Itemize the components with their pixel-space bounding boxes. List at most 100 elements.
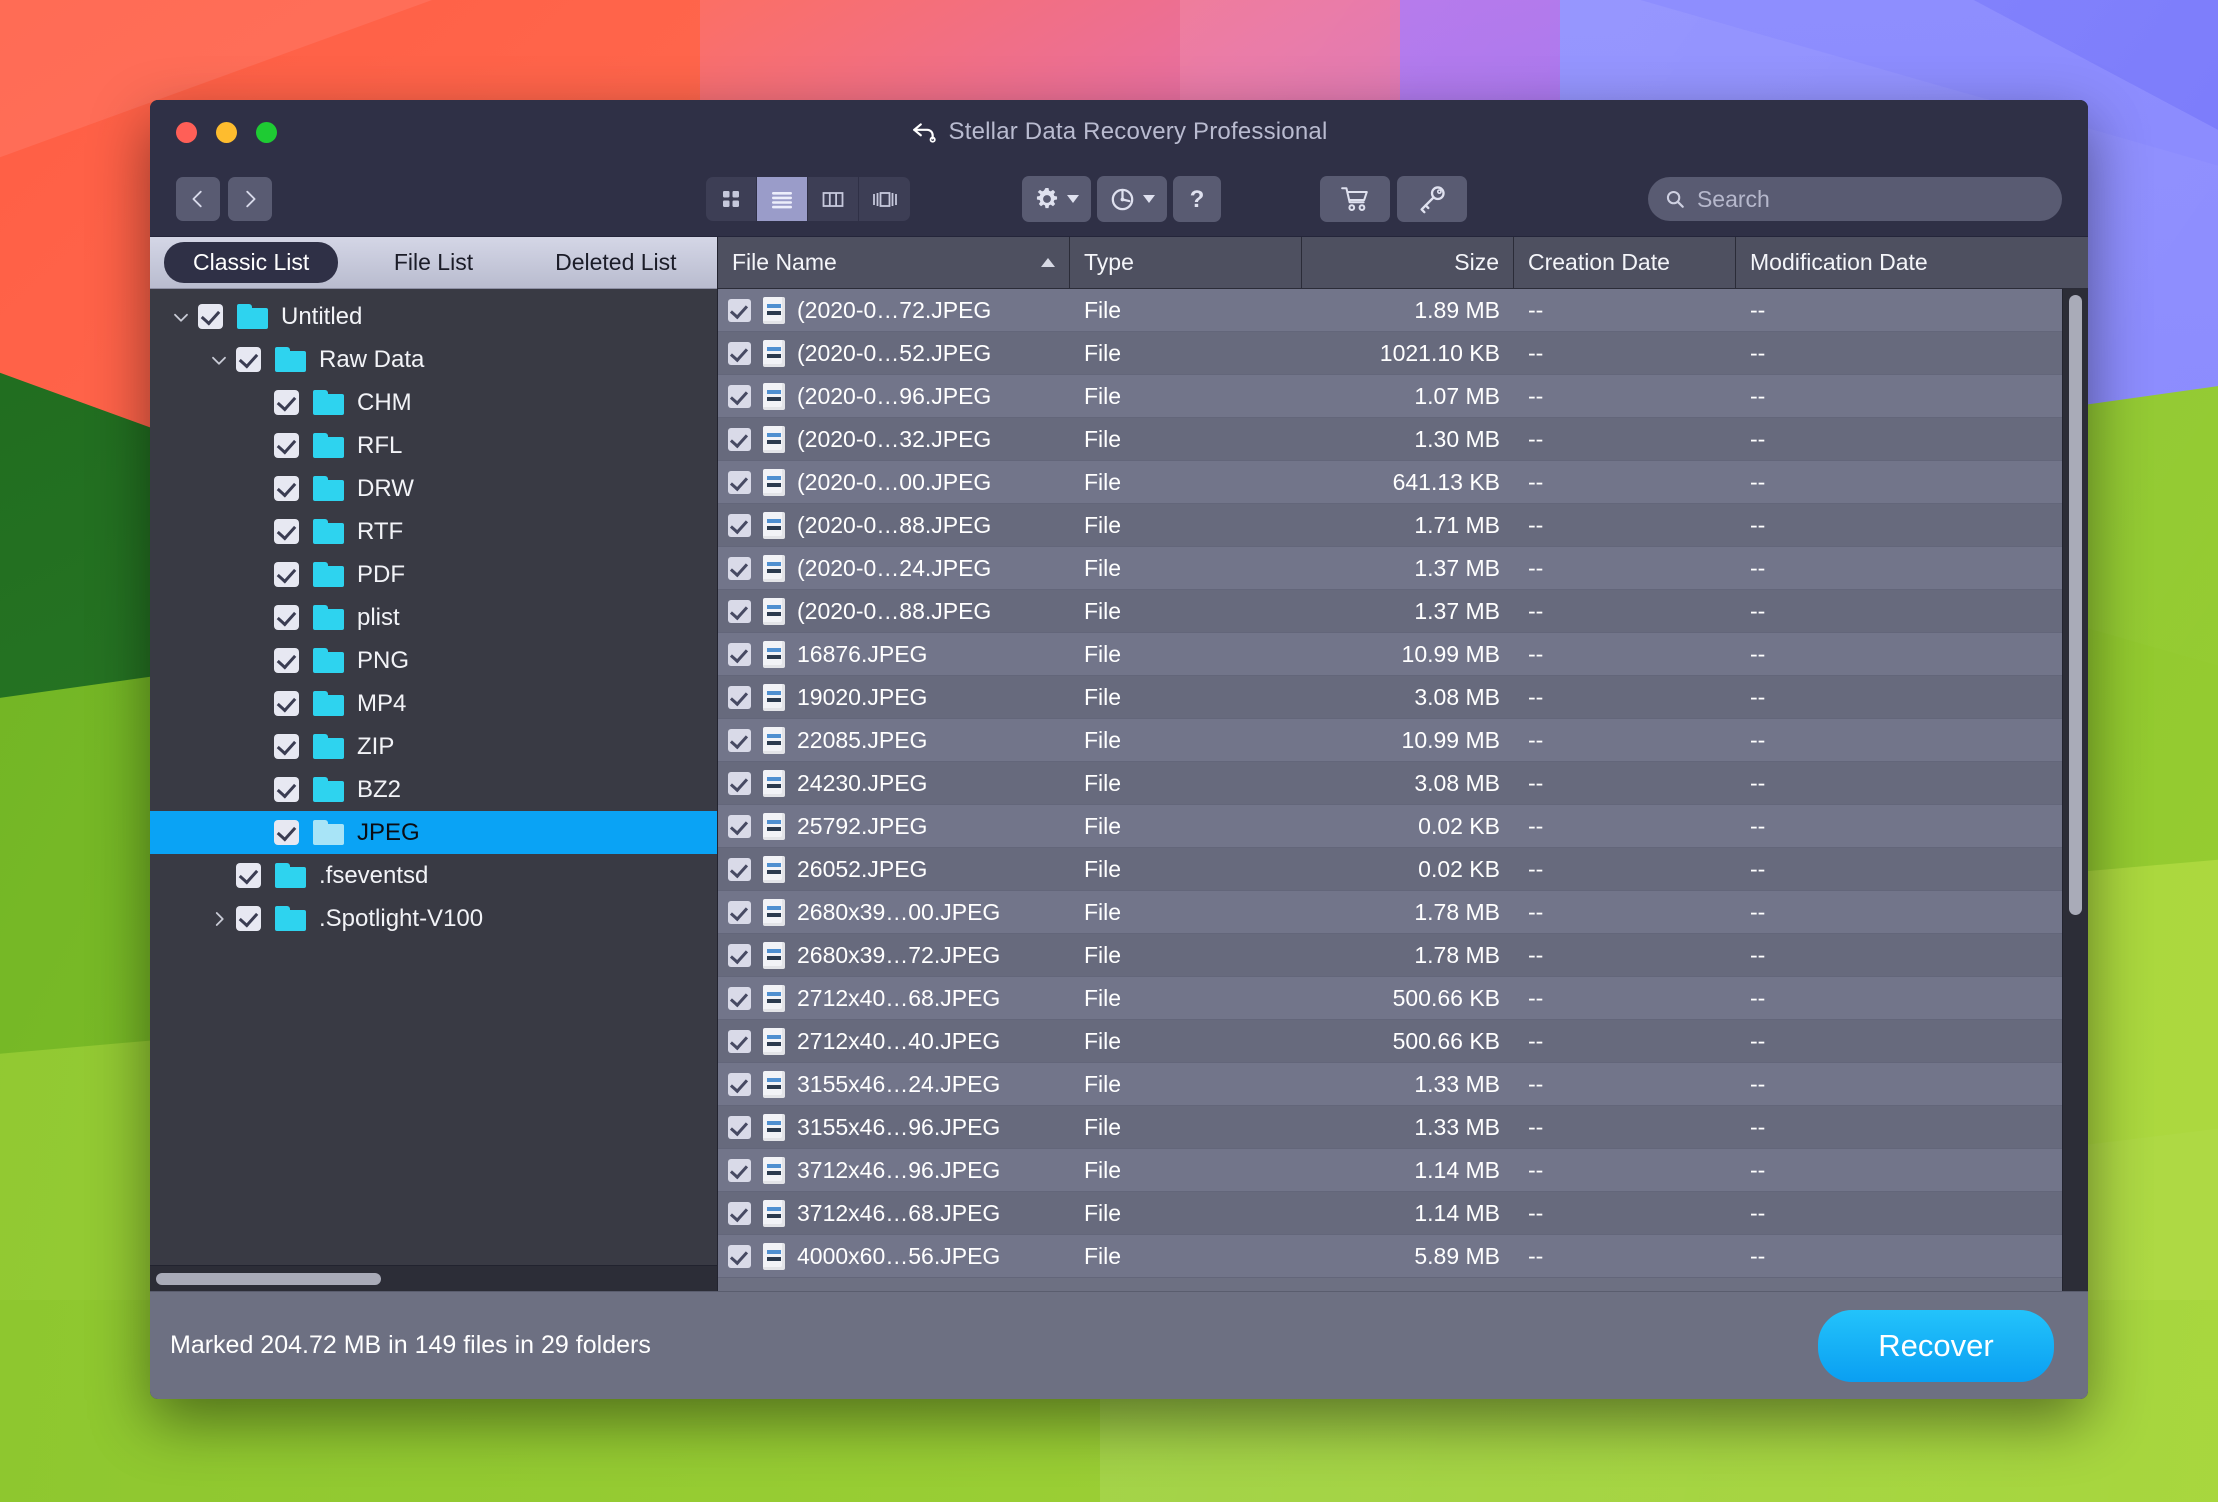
- sidebar-horizontal-scrollbar[interactable]: [150, 1265, 717, 1291]
- file-row-checkbox[interactable]: [728, 1244, 751, 1268]
- file-table-row[interactable]: 3712x46…96.JPEG File 1.14 MB -- --: [718, 1149, 2062, 1192]
- tree-item-checkbox[interactable]: [274, 820, 299, 845]
- file-table-row[interactable]: 3712x46…68.JPEG File 1.14 MB -- --: [718, 1192, 2062, 1235]
- tree-item-jpeg[interactable]: JPEG: [150, 811, 717, 854]
- file-row-checkbox[interactable]: [728, 1029, 751, 1053]
- tree-item-checkbox[interactable]: [274, 390, 299, 415]
- search-field[interactable]: [1648, 177, 2062, 221]
- file-row-checkbox[interactable]: [728, 986, 751, 1010]
- recover-button[interactable]: Recover: [1818, 1309, 2054, 1382]
- file-row-checkbox[interactable]: [728, 1158, 751, 1182]
- file-table-row[interactable]: 22085.JPEG File 10.99 MB -- --: [718, 719, 2062, 762]
- file-row-checkbox[interactable]: [728, 943, 751, 967]
- tree-item-mp4[interactable]: MP4: [150, 682, 717, 725]
- tree-item-raw data[interactable]: Raw Data: [150, 338, 717, 381]
- column-header-size[interactable]: Size: [1302, 237, 1514, 288]
- tree-item-plist[interactable]: plist: [150, 596, 717, 639]
- tree-item-drw[interactable]: DRW: [150, 467, 717, 510]
- tree-item-rtf[interactable]: RTF: [150, 510, 717, 553]
- tree-item-checkbox[interactable]: [274, 519, 299, 544]
- disclosure-down-icon[interactable]: [164, 308, 198, 326]
- file-table-row[interactable]: 2712x40…68.JPEG File 500.66 KB -- --: [718, 977, 2062, 1020]
- file-table-row[interactable]: (2020-0…72.JPEG File 1.89 MB -- --: [718, 289, 2062, 332]
- sidebar-tab-classic-list[interactable]: Classic List: [164, 242, 339, 283]
- window-titlebar[interactable]: Stellar Data Recovery Professional: [150, 100, 2088, 162]
- file-row-checkbox[interactable]: [728, 427, 751, 451]
- file-table-row[interactable]: (2020-0…52.JPEG File 1021.10 KB -- --: [718, 332, 2062, 375]
- tree-item-checkbox[interactable]: [236, 906, 261, 931]
- tree-item-checkbox[interactable]: [236, 863, 261, 888]
- file-table-row[interactable]: (2020-0…32.JPEG File 1.30 MB -- --: [718, 418, 2062, 461]
- file-list-scrollbar-thumb[interactable]: [2069, 295, 2082, 915]
- file-row-checkbox[interactable]: [728, 298, 751, 322]
- tree-item-bz2[interactable]: BZ2: [150, 768, 717, 811]
- file-row-checkbox[interactable]: [728, 556, 751, 580]
- file-row-checkbox[interactable]: [728, 685, 751, 709]
- tree-item-pdf[interactable]: PDF: [150, 553, 717, 596]
- file-table-row[interactable]: (2020-0…88.JPEG File 1.71 MB -- --: [718, 504, 2062, 547]
- tree-item-checkbox[interactable]: [274, 691, 299, 716]
- file-row-checkbox[interactable]: [728, 470, 751, 494]
- file-table-row[interactable]: 3155x46…96.JPEG File 1.33 MB -- --: [718, 1106, 2062, 1149]
- help-button[interactable]: ?: [1173, 176, 1221, 222]
- cart-button[interactable]: [1320, 176, 1390, 222]
- file-table-row[interactable]: (2020-0…88.JPEG File 1.37 MB -- --: [718, 590, 2062, 633]
- view-mode-column-button[interactable]: [808, 177, 859, 221]
- file-table-row[interactable]: (2020-0…96.JPEG File 1.07 MB -- --: [718, 375, 2062, 418]
- tree-item-untitled[interactable]: Untitled: [150, 295, 717, 338]
- disclosure-down-icon[interactable]: [202, 351, 236, 369]
- tree-item-rfl[interactable]: RFL: [150, 424, 717, 467]
- column-header-file-name[interactable]: File Name: [718, 237, 1070, 288]
- file-table-row[interactable]: 24230.JPEG File 3.08 MB -- --: [718, 762, 2062, 805]
- tree-item-checkbox[interactable]: [274, 734, 299, 759]
- view-mode-grid-button[interactable]: [706, 177, 757, 221]
- file-table-row[interactable]: 2712x40…40.JPEG File 500.66 KB -- --: [718, 1020, 2062, 1063]
- nav-back-button[interactable]: [176, 177, 220, 221]
- tree-item-zip[interactable]: ZIP: [150, 725, 717, 768]
- file-row-checkbox[interactable]: [728, 599, 751, 623]
- tree-item-png[interactable]: PNG: [150, 639, 717, 682]
- view-mode-list-button[interactable]: [757, 177, 808, 221]
- column-header-type[interactable]: Type: [1070, 237, 1302, 288]
- sidebar-tab-deleted-list[interactable]: Deleted List: [529, 242, 703, 283]
- file-table-row[interactable]: 19020.JPEG File 3.08 MB -- --: [718, 676, 2062, 719]
- minimize-button[interactable]: [216, 122, 237, 143]
- maximize-button[interactable]: [256, 122, 277, 143]
- file-table-row[interactable]: 26052.JPEG File 0.02 KB -- --: [718, 848, 2062, 891]
- tree-item-spotlight-v100[interactable]: .Spotlight-V100: [150, 897, 717, 940]
- tree-item-checkbox[interactable]: [198, 304, 223, 329]
- file-row-checkbox[interactable]: [728, 771, 751, 795]
- search-input[interactable]: [1696, 185, 2046, 213]
- column-header-creation-date[interactable]: Creation Date: [1514, 237, 1736, 288]
- file-row-checkbox[interactable]: [728, 384, 751, 408]
- tree-item-chm[interactable]: CHM: [150, 381, 717, 424]
- tree-item-checkbox[interactable]: [274, 605, 299, 630]
- file-row-checkbox[interactable]: [728, 900, 751, 924]
- sidebar-scrollbar-thumb[interactable]: [156, 1272, 381, 1285]
- file-row-checkbox[interactable]: [728, 1072, 751, 1096]
- disclosure-right-icon[interactable]: [202, 910, 236, 928]
- column-header-modification-date[interactable]: Modification Date: [1736, 237, 2088, 288]
- file-table-row[interactable]: 3155x46…24.JPEG File 1.33 MB -- --: [718, 1063, 2062, 1106]
- file-row-checkbox[interactable]: [728, 814, 751, 838]
- nav-forward-button[interactable]: [228, 177, 272, 221]
- file-list-vertical-scrollbar[interactable]: [2062, 289, 2088, 1291]
- sidebar-tab-file-list[interactable]: File List: [346, 242, 520, 283]
- file-row-checkbox[interactable]: [728, 1115, 751, 1139]
- settings-button[interactable]: [1022, 176, 1091, 222]
- activation-key-button[interactable]: [1397, 176, 1467, 222]
- view-mode-coverflow-button[interactable]: [859, 177, 910, 221]
- file-row-checkbox[interactable]: [728, 341, 751, 365]
- file-row-checkbox[interactable]: [728, 1201, 751, 1225]
- tree-item-checkbox[interactable]: [274, 777, 299, 802]
- tree-item-checkbox[interactable]: [274, 433, 299, 458]
- file-row-checkbox[interactable]: [728, 642, 751, 666]
- tree-item-checkbox[interactable]: [274, 648, 299, 673]
- file-table-row[interactable]: 2680x39…72.JPEG File 1.78 MB -- --: [718, 934, 2062, 977]
- tree-item-checkbox[interactable]: [274, 476, 299, 501]
- history-button[interactable]: [1097, 176, 1167, 222]
- file-table-row[interactable]: 25792.JPEG File 0.02 KB -- --: [718, 805, 2062, 848]
- file-table-row[interactable]: 4000x60…56.JPEG File 5.89 MB -- --: [718, 1235, 2062, 1278]
- tree-item-checkbox[interactable]: [274, 562, 299, 587]
- file-table-row[interactable]: (2020-0…24.JPEG File 1.37 MB -- --: [718, 547, 2062, 590]
